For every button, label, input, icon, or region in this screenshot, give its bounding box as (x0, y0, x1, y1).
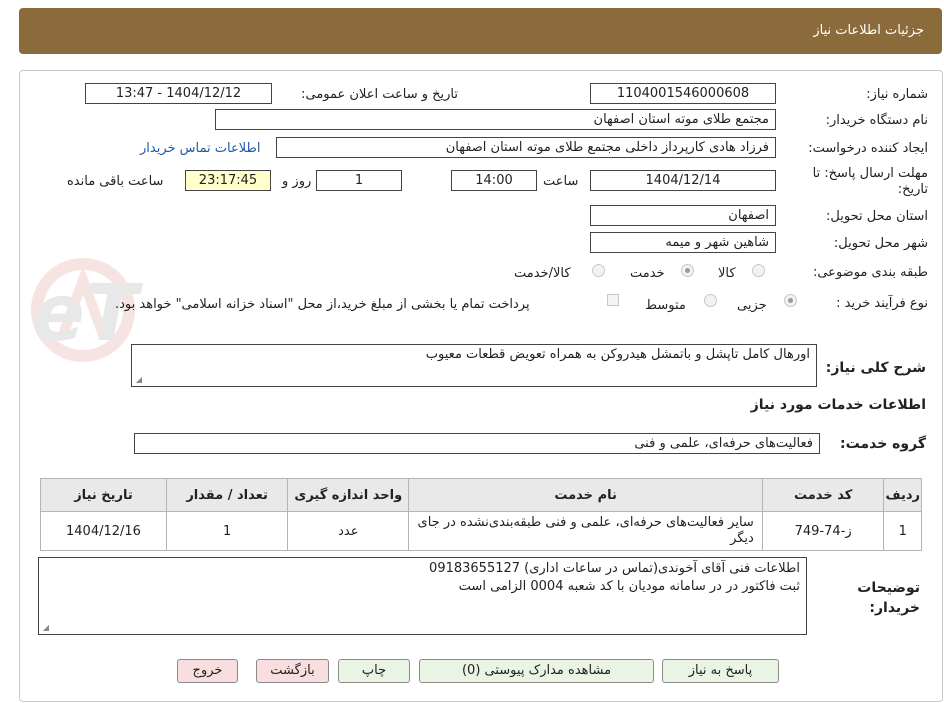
city-field[interactable]: شاهین شهر و میمه (590, 232, 776, 253)
announce-label: تاریخ و ساعت اعلان عمومی: (301, 87, 458, 102)
table-row: 1 ز-74-749 سایر فعالیت‌های حرفه‌ای، علمی… (40, 511, 922, 551)
days-field[interactable]: 1 (316, 170, 402, 191)
deadline-time-field[interactable]: 14:00 (451, 170, 537, 191)
purchase-radio-medium[interactable] (704, 294, 717, 307)
view-attachments-button[interactable]: مشاهده مدارک پیوستی (0) (419, 659, 654, 683)
services-table: ردیف کد خدمت نام خدمت واحد اندازه گیری ت… (40, 478, 922, 551)
summary-textarea[interactable]: اورهال کامل تاپشل و باتمشل هیدروکن به هم… (131, 344, 817, 387)
purchase-option-medium: متوسط (645, 298, 686, 313)
resize-grip-icon[interactable]: ◢ (134, 376, 142, 384)
buyer-org-field[interactable]: مجتمع طلای موته استان اصفهان (215, 109, 776, 130)
cell-service-code: ز-74-749 (761, 511, 885, 551)
category-radio-service[interactable] (681, 264, 694, 277)
category-option-service: خدمت (630, 266, 665, 281)
print-button[interactable]: چاپ (338, 659, 410, 683)
back-button[interactable]: بازگشت (256, 659, 329, 683)
category-radio-goods-service[interactable] (592, 264, 605, 277)
category-label: طبقه بندی موضوعی: (812, 265, 928, 280)
time-label: ساعت (543, 174, 579, 189)
contact-buyer-link[interactable]: اطلاعات تماس خریدار (140, 141, 260, 156)
treasury-payment-checkbox[interactable] (607, 294, 619, 306)
buyer-notes-label: توضیحات خریدار: (857, 580, 920, 616)
category-option-goods: کالا (718, 266, 736, 281)
table-header-row: ردیف کد خدمت نام خدمت واحد اندازه گیری ت… (40, 478, 922, 512)
purchase-option-minor: جزیی (737, 298, 767, 313)
buyer-notes-line1: اطلاعات فنی آقای آخوندی(تماس در ساعات اد… (429, 561, 800, 576)
summary-label: شرح کلی نیاز: (825, 360, 926, 376)
need-number-field[interactable]: 1104001546000608 (590, 83, 776, 104)
col-header-row: ردیف (883, 478, 922, 512)
city-label: شهر محل تحویل: (833, 236, 928, 251)
exit-button[interactable]: خروج (177, 659, 238, 683)
announce-datetime-field[interactable]: 1404/12/12 - 13:47 (85, 83, 272, 104)
cell-unit: عدد (287, 511, 410, 551)
need-number-label: شماره نیاز: (866, 87, 928, 102)
watermark-text: AriaTender.neT (28, 269, 144, 359)
page-title: جزئیات اطلاعات نیاز (813, 23, 924, 38)
days-label: روز و (282, 174, 312, 189)
province-field[interactable]: اصفهان (590, 205, 776, 226)
buyer-notes-textarea[interactable]: اطلاعات فنی آقای آخوندی(تماس در ساعات اد… (38, 557, 807, 635)
cell-row-number: 1 (883, 511, 922, 551)
category-option-goods-service: کالا/خدمت (514, 266, 571, 281)
reply-button[interactable]: پاسخ به نیاز (662, 659, 779, 683)
service-group-label: گروه خدمت: (840, 436, 926, 452)
col-header-qty: تعداد / مقدار (165, 478, 289, 512)
cell-service-name: سایر فعالیت‌های حرفه‌ای، علمی و فنی طبقه… (408, 511, 763, 551)
buyer-org-label: نام دستگاه خریدار: (825, 113, 928, 128)
cell-need-date: 1404/12/16 (40, 511, 167, 551)
col-header-date: تاریخ نیاز (40, 478, 167, 512)
treasury-payment-note: پرداخت تمام یا بخشی از مبلغ خرید،از محل … (115, 297, 530, 312)
services-section-title: اطلاعات خدمات مورد نیاز (750, 397, 926, 413)
col-header-name: نام خدمت (408, 478, 763, 512)
buyer-notes-line2: ثبت فاکتور در در سامانه مودیان با کد شعب… (458, 579, 800, 594)
remaining-label: ساعت باقی مانده (67, 174, 164, 189)
province-label: استان محل تحویل: (826, 209, 928, 224)
col-header-unit: واحد اندازه گیری (287, 478, 410, 512)
deadline-label: مهلت ارسال پاسخ: تا تاریخ: (812, 166, 928, 197)
purchase-radio-minor[interactable] (784, 294, 797, 307)
deadline-date-field[interactable]: 1404/12/14 (590, 170, 776, 191)
service-group-field[interactable]: فعالیت‌های حرفه‌ای، علمی و فنی (134, 433, 820, 454)
creator-label: ایجاد کننده درخواست: (808, 141, 928, 156)
resize-grip-icon[interactable]: ◢ (41, 624, 49, 632)
remaining-time-field: 23:17:45 (185, 170, 271, 191)
creator-field[interactable]: فرزاد هادی کارپرداز داخلی مجتمع طلای موت… (276, 137, 776, 158)
summary-text: اورهال کامل تاپشل و باتمشل هیدروکن به هم… (425, 347, 810, 362)
category-radio-goods[interactable] (752, 264, 765, 277)
purchase-type-label: نوع فرآیند خرید : (836, 296, 928, 311)
cell-qty: 1 (165, 511, 289, 551)
col-header-code: کد خدمت (761, 478, 885, 512)
page-header: جزئیات اطلاعات نیاز (19, 8, 942, 54)
